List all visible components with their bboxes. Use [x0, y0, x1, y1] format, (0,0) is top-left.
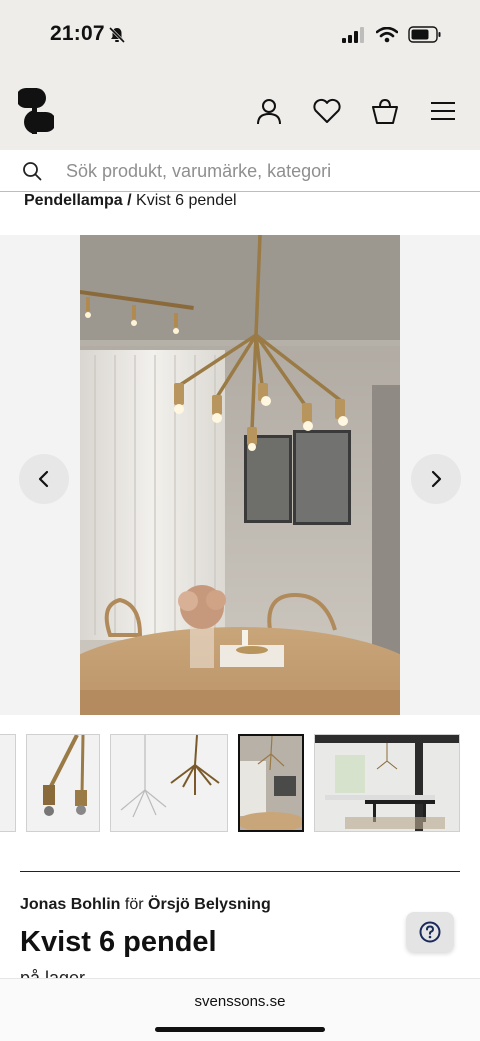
address-domain[interactable]: svenssons.se	[0, 993, 480, 1010]
svenssons-logo[interactable]	[18, 86, 54, 136]
thumbnail-image	[43, 735, 87, 816]
manufacturer-link[interactable]: Örsjö Belysning	[148, 896, 271, 913]
help-button[interactable]	[406, 912, 454, 952]
gallery-prev-button[interactable]	[19, 454, 69, 504]
breadcrumb: Pendellampa / Kvist 6 pendel	[24, 192, 237, 210]
battery-icon	[408, 26, 441, 43]
brand-connector: för	[124, 896, 144, 913]
product-gallery	[0, 235, 480, 715]
breadcrumb-current: Kvist 6 pendel	[136, 192, 237, 209]
thumbnail-strip	[0, 734, 480, 832]
bell-off-icon	[108, 26, 126, 44]
site-header	[0, 72, 480, 150]
search-bar	[0, 150, 480, 192]
menu-icon[interactable]	[428, 96, 458, 126]
gallery-next-button[interactable]	[411, 454, 461, 504]
thumbnail-1[interactable]	[0, 734, 16, 832]
question-icon	[419, 921, 441, 943]
user-icon[interactable]	[254, 96, 284, 126]
room-scene-image	[80, 235, 400, 715]
main-product-image[interactable]	[80, 235, 400, 715]
search-icon[interactable]	[22, 161, 42, 181]
chevron-right-icon	[431, 470, 442, 488]
thumbnail-image	[240, 736, 302, 830]
designer-link[interactable]: Jonas Bohlin	[20, 896, 120, 913]
browser-address-bar: svenssons.se	[0, 978, 480, 1041]
breadcrumb-parent-link[interactable]: Pendellampa	[24, 192, 123, 209]
thumbnail-5[interactable]	[314, 734, 460, 832]
heart-icon[interactable]	[312, 96, 342, 126]
brand-line: Jonas Bohlin för Örsjö Belysning	[20, 896, 271, 914]
home-indicator[interactable]	[155, 1027, 325, 1032]
thumbnail-image	[120, 735, 220, 818]
thumbnail-3[interactable]	[110, 734, 228, 832]
thumbnail-4[interactable]	[238, 734, 304, 832]
basket-icon[interactable]	[370, 96, 400, 126]
breadcrumb-separator: /	[122, 192, 137, 209]
status-time: 21:07	[50, 22, 105, 45]
section-divider	[20, 871, 460, 872]
search-input[interactable]	[66, 156, 456, 186]
thumbnail-image	[315, 735, 459, 831]
product-title: Kvist 6 pendel	[20, 926, 217, 958]
thumbnail-2[interactable]	[26, 734, 100, 832]
status-bar: 21:07	[0, 0, 480, 72]
wifi-icon	[376, 26, 398, 42]
signal-icon	[342, 26, 364, 43]
chevron-left-icon	[38, 470, 49, 488]
